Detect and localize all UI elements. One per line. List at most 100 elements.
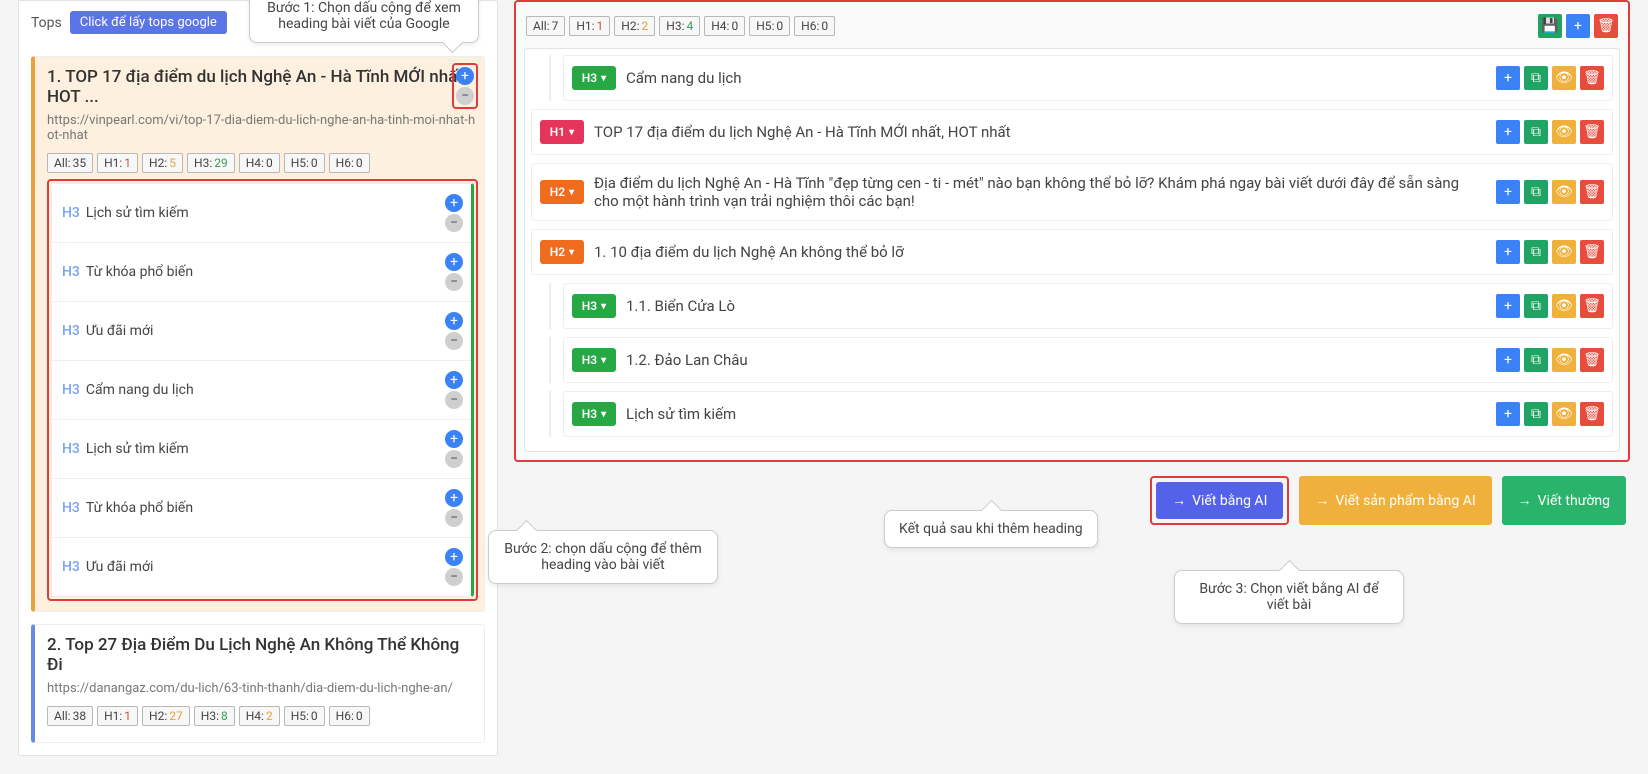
heading-tag: H3	[62, 500, 80, 516]
remove-heading-icon[interactable]: −	[445, 509, 463, 527]
add-heading-icon[interactable]: +	[445, 489, 463, 507]
result-url: https://vinpearl.com/vi/top-17-dia-diem-…	[47, 113, 478, 143]
row-delete-button[interactable]: 🗑	[1580, 66, 1604, 90]
remove-heading-icon[interactable]: −	[445, 273, 463, 291]
write-product-ai-button[interactable]: → Viết sản phẩm bằng AI	[1299, 476, 1491, 525]
outline-row: H3 ▾ Cẩm nang du lịch +⧉👁🗑	[563, 55, 1613, 101]
row-copy-button[interactable]: ⧉	[1524, 120, 1548, 144]
chevron-down-icon: ▾	[569, 127, 574, 138]
row-view-button[interactable]: 👁	[1552, 348, 1576, 372]
outline-panel: All: 7 H1: 1 H2: 2 H3: 4 H4: 0 H5: 0 H6:…	[514, 0, 1630, 462]
heading-list: H3Lịch sử tìm kiếm+−H3Từ khóa phổ biến+−…	[51, 183, 474, 597]
row-delete-button[interactable]: 🗑	[1580, 240, 1604, 264]
chevron-down-icon: ▾	[601, 73, 606, 84]
row-delete-button[interactable]: 🗑	[1580, 120, 1604, 144]
heading-row: H3Cẩm nang du lịch+−	[52, 361, 471, 420]
heading-tag: H3	[62, 559, 80, 575]
heading-counts: All: 35 H1: 1 H2: 5 H3: 29 H4: 0 H5: 0 H…	[47, 153, 478, 173]
level-chip[interactable]: H2 ▾	[540, 240, 584, 264]
row-copy-button[interactable]: ⧉	[1524, 66, 1548, 90]
row-view-button[interactable]: 👁	[1552, 180, 1576, 204]
add-heading-icon[interactable]: +	[445, 548, 463, 566]
write-ai-highlight: → Viết bằng AI	[1150, 476, 1289, 525]
search-result-1: + − 1. TOP 17 địa điểm du lịch Nghệ An -…	[31, 56, 485, 612]
add-heading-button[interactable]: +	[1566, 14, 1590, 38]
heading-text: Lịch sử tìm kiếm	[86, 441, 445, 457]
callout-step3: Bước 3: Chọn viết bằng AI để viết bài	[1174, 570, 1404, 624]
heading-row: H3 Lịch sử tìm kiếm+ −	[52, 184, 471, 243]
row-copy-button[interactable]: ⧉	[1524, 348, 1548, 372]
save-button[interactable]: 💾	[1538, 14, 1562, 38]
row-delete-button[interactable]: 🗑	[1580, 294, 1604, 318]
result-title: 1. TOP 17 địa điểm du lịch Nghệ An - Hà …	[47, 67, 478, 107]
outline-counts: All: 7 H1: 1 H2: 2 H3: 4 H4: 0 H5: 0 H6:…	[526, 16, 835, 36]
row-add-button[interactable]: +	[1496, 180, 1520, 204]
outline-text: TOP 17 địa điểm du lịch Nghệ An - Hà Tĩn…	[594, 123, 1486, 141]
outline-row: H3 ▾ Lịch sử tìm kiếm +⧉👁🗑	[563, 391, 1613, 437]
row-view-button[interactable]: 👁	[1552, 66, 1576, 90]
remove-heading-icon[interactable]: −	[445, 568, 463, 586]
chevron-down-icon: ▾	[569, 247, 574, 258]
delete-all-button[interactable]: 🗑	[1594, 14, 1618, 38]
row-add-button[interactable]: +	[1496, 348, 1520, 372]
row-copy-button[interactable]: ⧉	[1524, 402, 1548, 426]
get-tops-google-button[interactable]: Click để lấy tops google	[70, 11, 227, 34]
outline-text: Cẩm nang du lịch	[626, 69, 1486, 87]
level-chip[interactable]: H1 ▾	[540, 120, 584, 144]
heading-text: Lịch sử tìm kiếm	[86, 205, 445, 221]
add-heading-icon[interactable]: +	[445, 312, 463, 330]
row-copy-button[interactable]: ⧉	[1524, 294, 1548, 318]
add-heading-icon[interactable]: +	[445, 253, 463, 271]
remove-heading-icon[interactable]: −	[445, 391, 463, 409]
outline-text: 1.1. Biển Cửa Lò	[626, 297, 1486, 315]
row-view-button[interactable]: 👁	[1552, 120, 1576, 144]
outline-text: 1.2. Đảo Lan Châu	[626, 351, 1486, 369]
outline-list: H3 ▾Cẩm nang du lịch+⧉👁🗑H1 ▾TOP 17 địa đ…	[524, 48, 1620, 452]
row-add-button[interactable]: +	[1496, 294, 1520, 318]
expand-minus-icon[interactable]: −	[456, 87, 474, 105]
row-view-button[interactable]: 👁	[1552, 402, 1576, 426]
tops-label: Tops	[31, 15, 62, 31]
row-delete-button[interactable]: 🗑	[1580, 402, 1604, 426]
heading-row: H3Ưu đãi mới+−	[52, 302, 471, 361]
remove-heading-icon[interactable]: −	[445, 450, 463, 468]
remove-heading-icon[interactable]: −	[445, 214, 463, 232]
heading-text: Ưu đãi mới	[86, 323, 445, 339]
heading-tag: H3	[62, 205, 80, 221]
row-add-button[interactable]: +	[1496, 240, 1520, 264]
outline-text: Lịch sử tìm kiếm	[626, 405, 1486, 423]
callout-result: Kết quả sau khi thêm heading	[884, 510, 1098, 548]
chevron-down-icon: ▾	[601, 301, 606, 312]
heading-tag: H3	[62, 441, 80, 457]
row-view-button[interactable]: 👁	[1552, 240, 1576, 264]
level-chip[interactable]: H3 ▾	[572, 402, 616, 426]
outline-text: 1. 10 địa điểm du lịch Nghệ An không thể…	[594, 243, 1486, 261]
row-add-button[interactable]: +	[1496, 120, 1520, 144]
level-chip[interactable]: H3 ▾	[572, 348, 616, 372]
row-delete-button[interactable]: 🗑	[1580, 180, 1604, 204]
level-chip[interactable]: H2 ▾	[540, 180, 584, 204]
add-heading-icon[interactable]: +	[445, 430, 463, 448]
level-chip[interactable]: H3 ▾	[572, 66, 616, 90]
remove-heading-icon[interactable]: −	[445, 332, 463, 350]
row-copy-button[interactable]: ⧉	[1524, 240, 1548, 264]
heading-tag: H3	[62, 264, 80, 280]
chevron-down-icon: ▾	[569, 187, 574, 198]
result-url: https://danangaz.com/du-lich/63-tinh-tha…	[47, 681, 478, 696]
chevron-down-icon: ▾	[601, 409, 606, 420]
write-normal-button[interactable]: → Viết thường	[1502, 476, 1626, 525]
row-delete-button[interactable]: 🗑	[1580, 348, 1604, 372]
row-add-button[interactable]: +	[1496, 66, 1520, 90]
row-copy-button[interactable]: ⧉	[1524, 180, 1548, 204]
row-add-button[interactable]: +	[1496, 402, 1520, 426]
outline-row: H3 ▾ 1.1. Biển Cửa Lò +⧉👁🗑	[563, 283, 1613, 329]
callout-step1: Bước 1: Chọn dấu cộng để xem heading bài…	[249, 0, 479, 43]
heading-row: H3Từ khóa phổ biến+−	[52, 479, 471, 538]
add-heading-icon[interactable]: +	[445, 371, 463, 389]
expand-plus-icon[interactable]: +	[456, 67, 474, 85]
level-chip[interactable]: H3 ▾	[572, 294, 616, 318]
add-heading-icon[interactable]: +	[445, 194, 463, 212]
row-view-button[interactable]: 👁	[1552, 294, 1576, 318]
heading-text: Ưu đãi mới	[86, 559, 445, 575]
write-ai-button[interactable]: → Viết bằng AI	[1156, 482, 1283, 519]
